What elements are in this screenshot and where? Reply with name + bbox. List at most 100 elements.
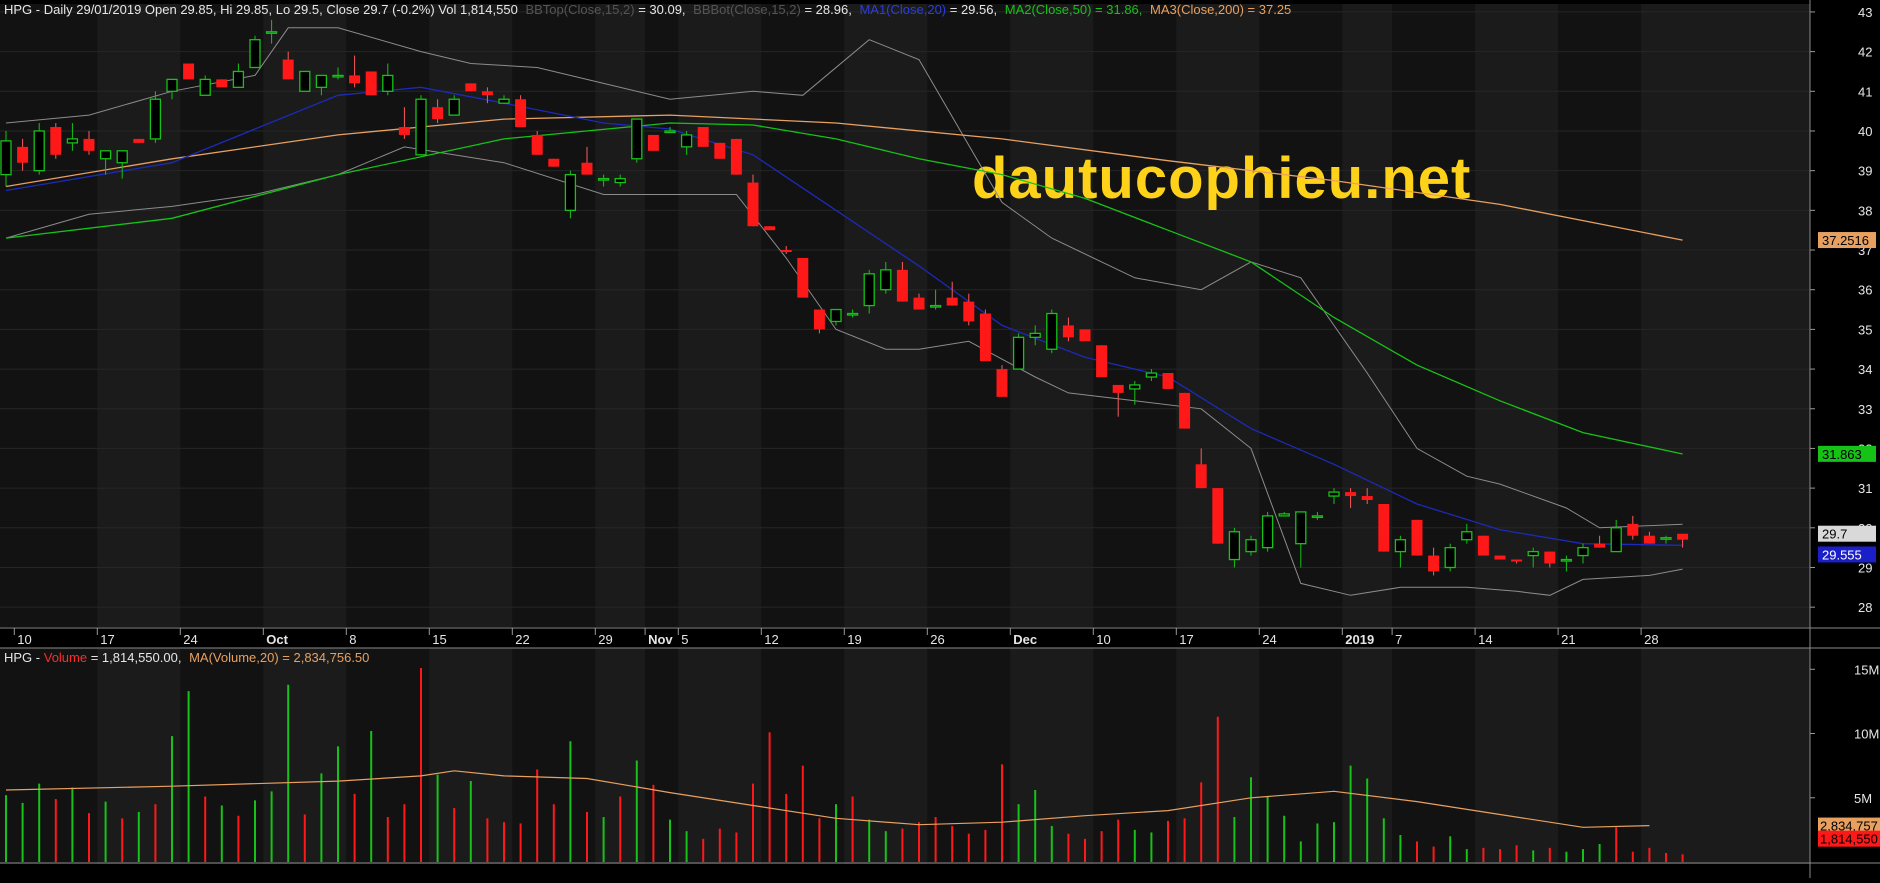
candle-body [1361, 496, 1373, 501]
date-label: 22 [515, 632, 529, 647]
candle [1079, 329, 1091, 342]
date-label: 10 [17, 632, 31, 647]
candle-body [880, 269, 892, 291]
volume-tick-label: 5M [1854, 791, 1872, 806]
candle [133, 138, 145, 143]
candle-body [764, 226, 776, 231]
candle-body [299, 70, 311, 92]
candle-body [1145, 372, 1158, 378]
candle-body [1494, 555, 1506, 560]
price-tick-label: 40 [1858, 124, 1872, 139]
candle-body [199, 78, 211, 96]
candle-body [1096, 345, 1108, 378]
price-tick-label: 38 [1858, 203, 1872, 218]
candle-body [17, 146, 29, 163]
candle-body [1228, 531, 1241, 561]
candle-body [1112, 384, 1124, 393]
candle-body [581, 162, 593, 175]
week-band [595, 4, 646, 627]
candle-body [382, 74, 394, 92]
candle-body [1594, 543, 1606, 548]
week-band [1641, 4, 1810, 627]
candle-body [1643, 535, 1655, 544]
volume-tick-label: 10M [1854, 727, 1879, 742]
candle-body [548, 158, 560, 167]
candle-body [465, 83, 477, 92]
candle-body [1345, 492, 1357, 497]
candle-body [979, 313, 991, 362]
date-label: 12 [764, 632, 778, 647]
price-tag-label: 37.2516 [1822, 233, 1869, 248]
price-tick-label: 34 [1858, 362, 1872, 377]
week-band [1475, 648, 1559, 864]
candle [415, 95, 427, 156]
volume-tick-label: 15M [1854, 662, 1879, 677]
candle [979, 309, 991, 362]
candle [1444, 543, 1456, 572]
candle-body [149, 98, 162, 140]
date-label: 10 [1096, 632, 1110, 647]
price-tag-label: 29.555 [1822, 547, 1862, 562]
price-tag-label: 29.7 [1822, 527, 1847, 542]
candle [1096, 345, 1108, 378]
candle [1046, 309, 1058, 354]
date-label: 29 [598, 632, 612, 647]
candle-body [963, 301, 975, 322]
candle [515, 95, 527, 128]
candle-body [680, 134, 693, 148]
chart-canvas[interactable]: dautucophieu.net 10 17 24 Oct 8 15 22 29 Nov 5 12 1… [0, 0, 1880, 878]
candle-body [1677, 533, 1689, 540]
price-tick-label: 28 [1858, 600, 1872, 615]
date-label: Oct [266, 632, 288, 647]
week-band [97, 4, 181, 627]
candle-body [33, 130, 45, 172]
candle-body [1511, 559, 1523, 562]
candle-body [232, 70, 245, 88]
candle-body [1079, 329, 1091, 342]
date-label: Dec [1013, 632, 1037, 647]
candle [647, 134, 659, 151]
candle-body [1444, 546, 1456, 569]
price-tag: 37.2516 [1818, 232, 1876, 249]
candle [1477, 535, 1489, 556]
date-label: 14 [1478, 632, 1492, 647]
watermark: dautucophieu.net [972, 146, 1471, 211]
candle-body [1544, 551, 1556, 564]
price-tick-label: 41 [1858, 84, 1872, 99]
candle-body [315, 74, 328, 88]
candle-body [498, 98, 510, 104]
candle-body [1245, 539, 1257, 553]
candle-body [1261, 515, 1274, 549]
candle-body [564, 173, 577, 211]
candle-body [249, 39, 261, 69]
candle-body [929, 304, 942, 308]
date-label: 7 [1395, 632, 1402, 647]
candle-body [1029, 332, 1041, 338]
candle-body [730, 138, 742, 175]
price-tag: 31.863 [1818, 445, 1876, 462]
candle-body [116, 150, 128, 164]
candle-body [365, 71, 377, 96]
price-tag: 29.7 [1818, 525, 1876, 542]
date-label: 17 [100, 632, 114, 647]
date-label: 19 [847, 632, 861, 647]
candle-body [398, 127, 410, 135]
candle [1162, 373, 1174, 389]
candle-body [531, 134, 543, 155]
candle-body [1179, 392, 1191, 429]
candle [1494, 555, 1506, 560]
candle [465, 83, 477, 92]
candle-body [515, 99, 527, 128]
candle-body [1129, 384, 1141, 390]
candle-body [133, 138, 145, 143]
candle-body [481, 91, 493, 96]
candle-body [1527, 550, 1539, 557]
candle-body [896, 269, 908, 302]
candle-body [216, 79, 228, 88]
candle-body [1627, 523, 1639, 536]
candle-body [1660, 537, 1672, 540]
week-band [1475, 4, 1559, 627]
candle [1261, 511, 1274, 552]
candle-body [349, 75, 361, 84]
date-label: 28 [1644, 632, 1658, 647]
